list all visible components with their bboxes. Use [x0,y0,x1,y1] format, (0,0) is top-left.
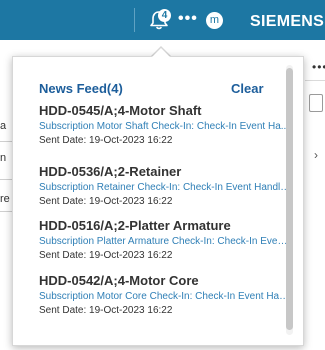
brand-logo-text: SIEMENS [250,13,325,30]
news-feed-title: News Feed(4) [39,81,123,96]
notification-subscription: Subscription Retainer Check-In: Check-In… [39,182,291,193]
news-feed-panel: News Feed(4) Clear HDD-0545/A;4-Motor Sh… [12,56,304,346]
background-text-fragment: n [0,152,7,164]
notification-sent-date: Sent Date: 19-Oct-2023 16:22 [39,250,173,261]
expand-icon[interactable] [309,94,323,112]
dropdown-caret [152,48,170,57]
background-text-fragment: re [0,193,10,205]
notification-item[interactable]: HDD-0516/A;2-Platter Armature Subscripti… [39,218,291,262]
notification-subscription: Subscription Motor Shaft Check-In: Check… [39,121,290,132]
background-text-fragment: a [0,120,7,132]
notification-item[interactable]: HDD-0542/A;4-Motor Core Subscription Mot… [39,273,291,317]
notification-title: HDD-0545/A;4-Motor Shaft [39,103,202,118]
more-options-icon[interactable]: ••• [178,11,198,27]
clear-button[interactable]: Clear [231,81,264,96]
notification-subscription: Subscription Motor Core Check-In: Check-… [39,291,291,302]
notification-sent-date: Sent Date: 19-Oct-2023 16:22 [39,135,173,146]
notification-sent-date: Sent Date: 19-Oct-2023 16:22 [39,196,173,207]
notification-subscription: Subscription Platter Armature Check-In: … [39,236,291,247]
background-more-icon[interactable]: ••• [312,60,325,74]
notification-item[interactable]: HDD-0536/A;2-Retainer Subscription Retai… [39,164,291,208]
notification-title: HDD-0516/A;2-Platter Armature [39,218,231,233]
notification-item[interactable]: HDD-0545/A;4-Motor Shaft Subscription Mo… [39,103,291,147]
background-divider [305,80,325,81]
toolbar-divider [134,8,135,32]
notification-count-badge: 4 [158,9,171,22]
chevron-right-icon[interactable]: › [314,148,318,162]
scrollbar-thumb[interactable] [286,68,293,330]
notification-title: HDD-0536/A;2-Retainer [39,164,182,179]
notification-sent-date: Sent Date: 19-Oct-2023 16:22 [39,305,173,316]
notification-title: HDD-0542/A;4-Motor Core [39,273,199,288]
user-avatar[interactable]: m [206,12,223,29]
